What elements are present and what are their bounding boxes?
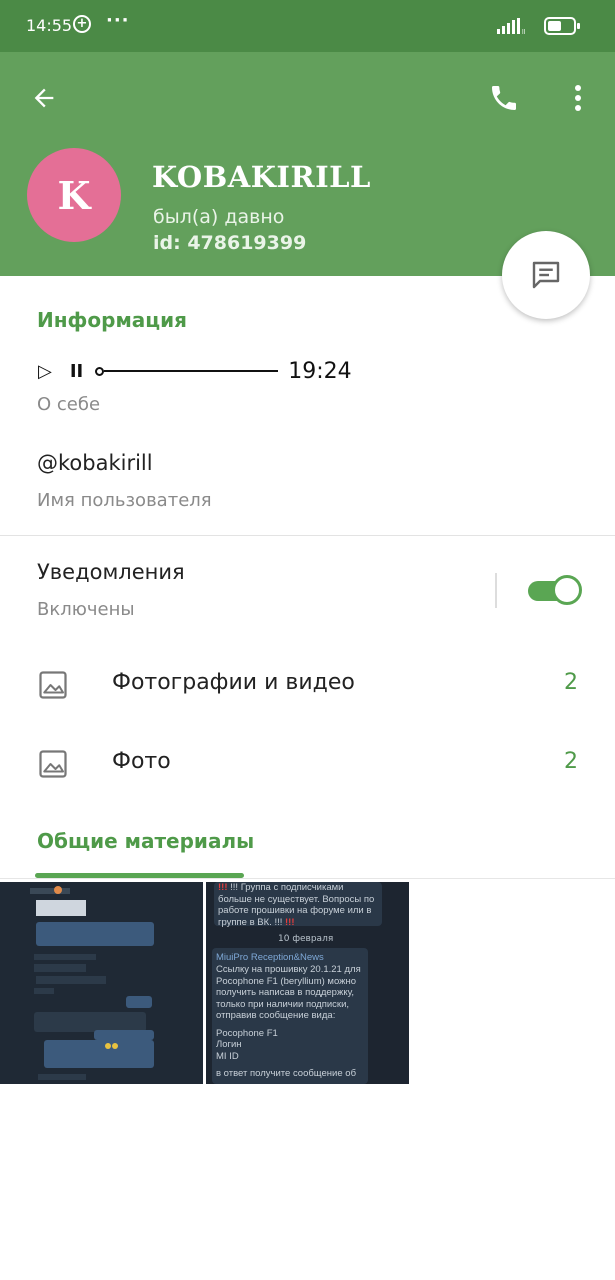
username-value[interactable]: @kobakirill xyxy=(37,451,153,475)
chat-date: 10 февраля xyxy=(278,934,334,944)
audio-duration: 19:24 xyxy=(288,358,352,384)
phone-icon xyxy=(492,86,516,110)
arrow-left-icon xyxy=(34,88,54,108)
media-row-photos-videos[interactable]: Фотографии и видео 2 xyxy=(0,650,615,720)
about-audio-player: ▷ II 19:24 xyxy=(38,356,378,386)
about-label: О себе xyxy=(37,394,101,415)
avatar-letter: K xyxy=(57,172,91,218)
status-time: 14:55 xyxy=(26,16,73,35)
image-icon xyxy=(39,750,67,778)
send-message-button[interactable] xyxy=(502,231,590,319)
back-button[interactable] xyxy=(22,76,66,120)
chat-text: Ссылку на прошивку 20.1.21 для Pocophone… xyxy=(216,964,361,1079)
media-label: Фото xyxy=(112,749,171,774)
svg-text:ll: ll xyxy=(522,29,526,34)
profile-name: KOBAKIRILL xyxy=(152,160,371,194)
shared-media-thumbnail[interactable]: !!! !!! Группа с подписчиками больше не … xyxy=(206,882,409,1084)
image-icon xyxy=(39,671,67,699)
more-options-button[interactable] xyxy=(556,76,600,120)
message-icon xyxy=(532,261,560,289)
status-bar: 14:55 + ··· ll xyxy=(0,0,615,52)
audio-progress-track[interactable] xyxy=(104,370,279,372)
plus-circle-icon: + xyxy=(73,15,91,33)
pause-icon[interactable]: II xyxy=(70,361,83,382)
chat-screenshot-image xyxy=(0,882,203,1084)
media-count: 2 xyxy=(564,749,578,774)
chat-sender: MiuiPro Reception&News xyxy=(216,952,324,963)
play-icon[interactable]: ▷ xyxy=(38,361,52,382)
media-count: 2 xyxy=(564,670,578,695)
user-id: id: 478619399 xyxy=(153,232,307,254)
info-section-title: Информация xyxy=(37,308,187,332)
divider xyxy=(0,535,615,536)
tab-shared-materials[interactable]: Общие материалы xyxy=(37,829,254,853)
battery-icon xyxy=(544,17,580,35)
last-seen-status: был(а) давно xyxy=(153,206,285,228)
audio-progress-handle[interactable] xyxy=(95,366,105,376)
tab-divider xyxy=(0,878,615,879)
battery-fill xyxy=(548,21,561,31)
more-vertical-icon xyxy=(575,85,581,111)
toggle-knob xyxy=(552,575,582,605)
notifications-toggle[interactable] xyxy=(528,575,582,606)
vertical-divider xyxy=(495,573,497,608)
signal-icon: ll xyxy=(497,18,526,34)
media-label: Фотографии и видео xyxy=(112,670,355,695)
notifications-status: Включены xyxy=(37,599,135,620)
avatar[interactable]: K xyxy=(27,148,121,242)
chat-text: !!! !!! Группа с подписчиками больше не … xyxy=(218,882,375,928)
shared-media-thumbnail[interactable] xyxy=(0,882,203,1084)
call-button[interactable] xyxy=(482,76,526,120)
more-dots-icon: ··· xyxy=(106,10,130,31)
notifications-title[interactable]: Уведомления xyxy=(37,560,185,584)
media-row-photos[interactable]: Фото 2 xyxy=(0,729,615,799)
username-label: Имя пользователя xyxy=(37,490,212,511)
